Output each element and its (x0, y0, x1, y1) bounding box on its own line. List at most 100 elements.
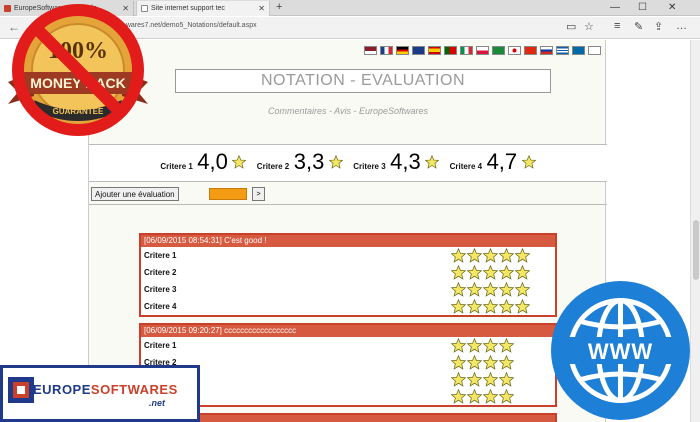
flag-icon[interactable] (588, 46, 601, 55)
review-row: Critere 1 (141, 247, 555, 264)
criterion-value: 4,0 (197, 149, 228, 174)
flag-icon[interactable] (380, 46, 393, 55)
star-icon (467, 338, 482, 353)
share-icon[interactable]: ⇪ (654, 20, 663, 33)
language-flags (364, 46, 601, 55)
flag-icon[interactable] (524, 46, 537, 55)
star-icon (499, 389, 514, 404)
close-tab-icon[interactable]: ✕ (258, 4, 265, 13)
money-back-overlay: 100% MONEY BACK GUARANTEE (0, 0, 160, 140)
go-button[interactable]: > (252, 187, 265, 201)
hub-icon[interactable]: ≡ (614, 20, 620, 32)
star-icon (483, 389, 498, 404)
criterion-summary: Critere 2 3,3 (257, 149, 343, 175)
star-icon (467, 299, 482, 314)
logo-wordmark: EUROPESOFTWARES (33, 382, 178, 397)
star-rating (451, 282, 530, 297)
flag-icon[interactable] (396, 46, 409, 55)
europesoftwares-logo: EUROPESOFTWARES .net (0, 365, 200, 422)
favorite-star-icon[interactable]: ☆ (584, 20, 594, 33)
star-icon (467, 372, 482, 387)
star-rating (451, 248, 530, 263)
star-icon (483, 265, 498, 280)
minimize-icon[interactable]: — (610, 2, 620, 13)
star-icon (232, 155, 247, 169)
review-header (141, 415, 555, 422)
close-window-icon[interactable]: ✕ (668, 2, 676, 13)
flag-icon[interactable] (556, 46, 569, 55)
logo-mark-icon (8, 377, 34, 403)
flag-icon[interactable] (364, 46, 377, 55)
review-card (139, 413, 557, 422)
flag-icon[interactable] (412, 46, 425, 55)
flag-icon[interactable] (572, 46, 585, 55)
review-row: Critere 3 (141, 281, 555, 298)
criterion-summary: Critere 1 4,0 (160, 149, 247, 175)
star-icon (467, 389, 482, 404)
star-icon (483, 372, 498, 387)
add-evaluation-button[interactable]: Ajouter une évaluation (91, 187, 179, 201)
flag-icon[interactable] (460, 46, 473, 55)
add-evaluation-row: Ajouter une évaluation > (89, 183, 607, 205)
criteria-summary: Critere 1 4,0 Critere 2 3,3 Critere 3 4,… (89, 144, 607, 182)
reading-view-icon[interactable]: ▭ (566, 20, 576, 33)
star-icon (499, 282, 514, 297)
star-icon (499, 338, 514, 353)
star-rating (451, 389, 514, 404)
criterion-summary: Critere 3 4,3 (353, 149, 440, 175)
criterion-summary: Critere 4 4,7 (450, 149, 536, 175)
money-back-ribbon: GUARANTEE (53, 107, 104, 116)
criterion-value: 4,3 (390, 149, 421, 174)
rating-input[interactable] (209, 188, 247, 200)
www-globe-overlay: WWW (551, 281, 690, 420)
star-icon (451, 299, 466, 314)
star-icon (451, 338, 466, 353)
star-icon (499, 372, 514, 387)
star-icon (425, 155, 440, 169)
star-icon (515, 265, 530, 280)
money-back-badge-icon: 100% MONEY BACK GUARANTEE (8, 4, 148, 136)
tab-label: Site internet support tec (151, 5, 225, 12)
criterion-value: 3,3 (293, 149, 325, 174)
flag-icon[interactable] (476, 46, 489, 55)
star-icon (451, 355, 466, 370)
page-title: NOTATION - EVALUATION (175, 69, 551, 93)
star-icon (467, 248, 482, 263)
criterion-label: Critere 4 (449, 162, 483, 171)
flag-icon[interactable] (444, 46, 457, 55)
criterion-value: 4,7 (486, 149, 518, 174)
star-rating (451, 372, 514, 387)
star-rating (451, 299, 530, 314)
logo-europe: EUROPE (33, 382, 91, 397)
review-row: Critere 1 (141, 337, 555, 354)
star-icon (483, 338, 498, 353)
logo-softwares: SOFTWARES (90, 382, 178, 397)
notes-icon[interactable]: ✎ (634, 20, 643, 33)
star-icon (499, 248, 514, 263)
logo-net: .net (149, 398, 166, 408)
review-criterion-label: Critere 1 (144, 251, 177, 260)
star-icon (515, 248, 530, 263)
star-icon (483, 282, 498, 297)
flag-icon[interactable] (428, 46, 441, 55)
scrollbar-thumb[interactable] (693, 220, 699, 280)
star-icon (515, 299, 530, 314)
maximize-icon[interactable]: ☐ (638, 2, 647, 13)
page-subtitle: Commentaires - Avis - EuropeSoftwares (267, 106, 429, 116)
review-header: [06/09/2015 08:54:31] C'est good ! (141, 235, 555, 247)
star-icon (451, 248, 466, 263)
star-icon (515, 282, 530, 297)
review-criterion-label: Critere 2 (144, 268, 177, 277)
review-row: Critere 2 (141, 354, 555, 371)
more-icon[interactable]: … (676, 20, 687, 32)
criterion-label: Critere 1 (160, 162, 193, 171)
new-tab-icon[interactable]: + (276, 1, 282, 13)
star-icon (499, 299, 514, 314)
page-scrollbar[interactable] (690, 40, 700, 422)
flag-icon[interactable] (540, 46, 553, 55)
flag-icon[interactable] (492, 46, 505, 55)
www-text: WWW (588, 339, 653, 364)
flag-icon[interactable] (508, 46, 521, 55)
review-criterion-label: Critere 1 (144, 341, 177, 350)
review-row (141, 388, 555, 405)
